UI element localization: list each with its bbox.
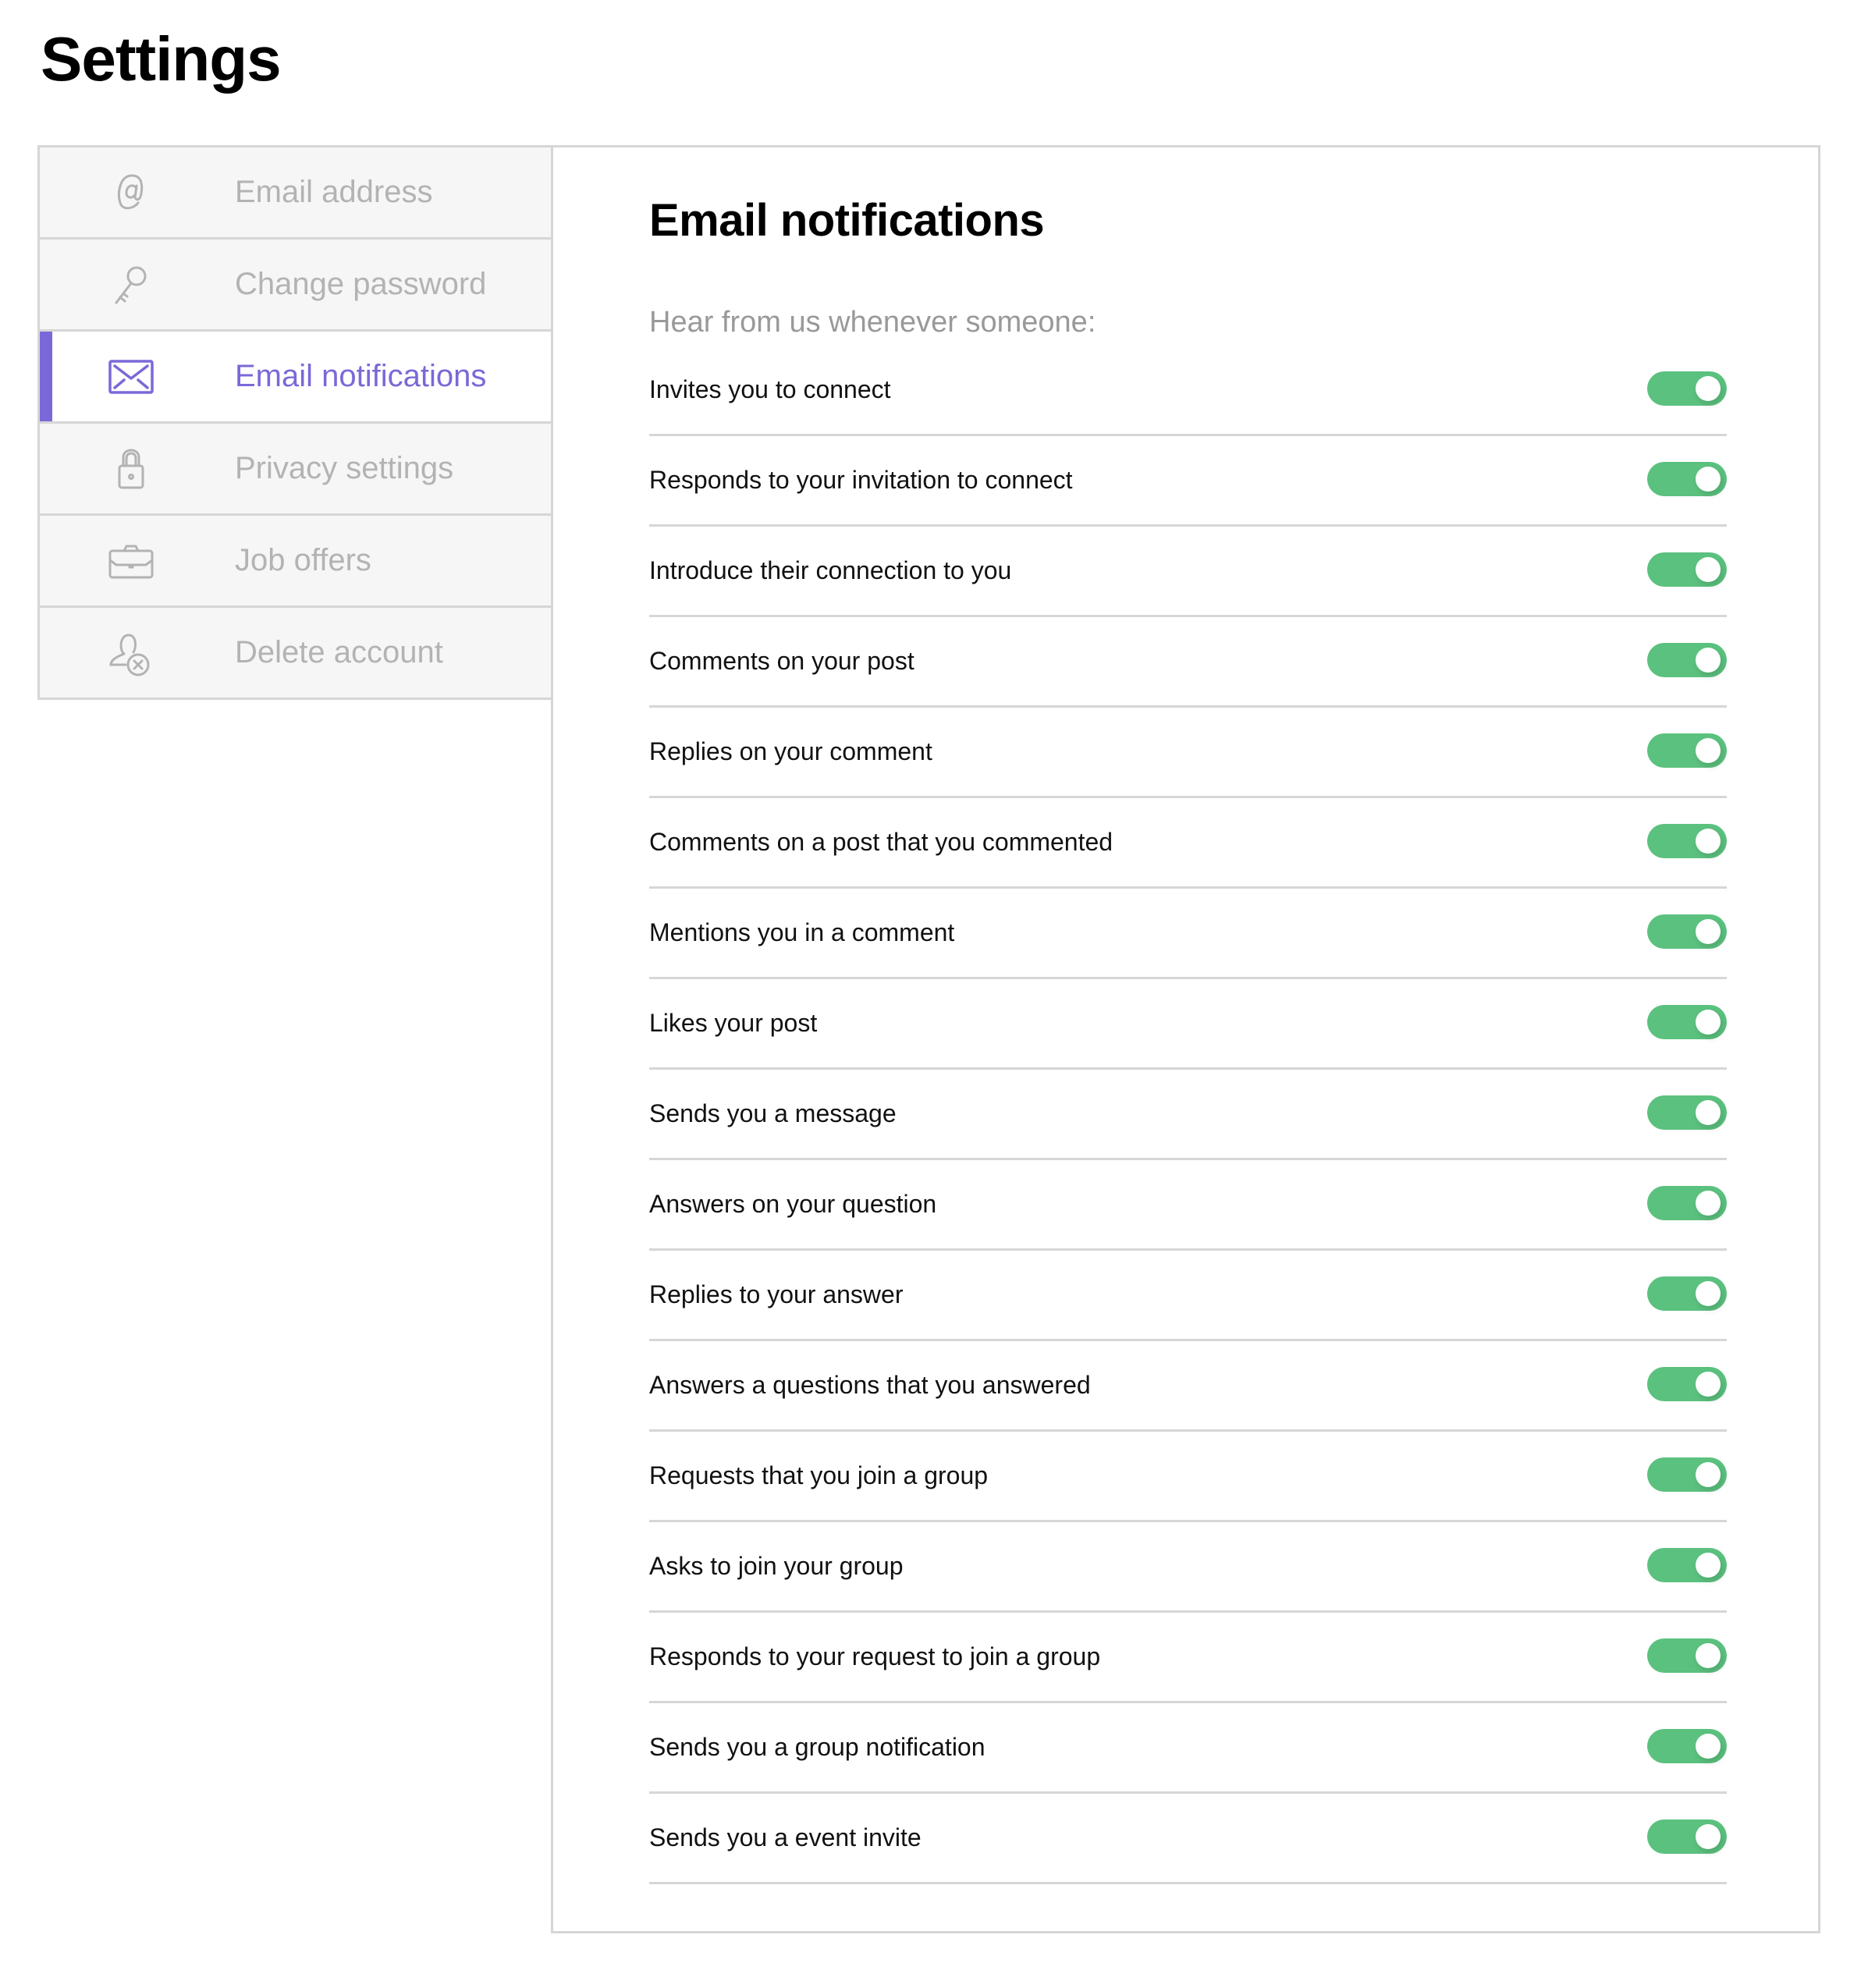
briefcase-icon [107, 537, 155, 585]
notification-row: Comments on your post [649, 617, 1727, 708]
sidebar-item-job-offers[interactable]: Job offers [40, 516, 552, 608]
notification-label: Invites you to connect [649, 375, 891, 403]
notification-toggle[interactable] [1647, 1819, 1727, 1854]
notification-label: Responds to your request to join a group [649, 1642, 1101, 1670]
email-notifications-panel: Email notifications Hear from us wheneve… [551, 145, 1820, 1933]
notification-label: Sends you a group notification [649, 1733, 985, 1761]
notification-row: Responds to your request to join a group [649, 1613, 1727, 1703]
toggle-knob [1696, 1734, 1721, 1759]
notification-row: Sends you a event invite [649, 1794, 1727, 1884]
at-sign-icon [107, 169, 155, 217]
notification-label: Mentions you in a comment [649, 918, 955, 946]
sidebar-item-label: Email notifications [235, 359, 487, 393]
notification-toggle[interactable] [1647, 552, 1727, 587]
toggle-knob [1696, 1462, 1721, 1487]
toggle-knob [1696, 1100, 1721, 1125]
notification-label: Replies on your comment [649, 737, 932, 765]
lock-icon [107, 445, 155, 493]
notification-label: Asks to join your group [649, 1552, 904, 1580]
notification-toggle[interactable] [1647, 1457, 1727, 1492]
sidebar-item-label: Job offers [235, 543, 371, 577]
notification-toggle[interactable] [1647, 643, 1727, 677]
notification-row: Sends you a message [649, 1070, 1727, 1160]
notification-row: Sends you a group notification [649, 1703, 1727, 1794]
notification-row: Requests that you join a group [649, 1432, 1727, 1522]
sidebar-item-label: Delete account [235, 635, 443, 669]
notification-label: Requests that you join a group [649, 1461, 989, 1489]
sidebar-item-email-address[interactable]: Email address [40, 147, 552, 240]
sidebar-item-privacy-settings[interactable]: Privacy settings [40, 424, 552, 516]
sidebar-item-delete-account[interactable]: Delete account [40, 608, 552, 698]
notification-toggle[interactable] [1647, 733, 1727, 768]
sidebar-item-label: Privacy settings [235, 451, 454, 485]
notification-row: Comments on a post that you commented [649, 798, 1727, 889]
notification-toggle[interactable] [1647, 1638, 1727, 1673]
toggle-knob [1696, 738, 1721, 763]
notification-toggle[interactable] [1647, 1367, 1727, 1401]
notification-toggle[interactable] [1647, 1186, 1727, 1220]
notification-label: Sends you a message [649, 1099, 897, 1127]
toggle-knob [1696, 557, 1721, 582]
sidebar-item-label: Change password [235, 267, 487, 301]
toggle-knob [1696, 1824, 1721, 1849]
envelope-icon [107, 353, 155, 401]
notification-toggle[interactable] [1647, 914, 1727, 949]
toggle-knob [1696, 1191, 1721, 1216]
notification-row: Introduce their connection to you [649, 527, 1727, 617]
notification-label: Replies to your answer [649, 1280, 904, 1308]
page-title: Settings [41, 24, 282, 94]
notification-row: Mentions you in a comment [649, 889, 1727, 979]
notification-label: Sends you a event invite [649, 1823, 922, 1851]
toggle-knob [1696, 648, 1721, 673]
sidebar-item-change-password[interactable]: Change password [40, 240, 552, 332]
notification-toggle[interactable] [1647, 1548, 1727, 1582]
notification-row: Answers on your question [649, 1160, 1727, 1251]
toggle-knob [1696, 1281, 1721, 1306]
notification-row: Answers a questions that you answered [649, 1341, 1727, 1432]
notification-toggle[interactable] [1647, 1005, 1727, 1039]
toggle-knob [1696, 376, 1721, 401]
sidebar-item-email-notifications[interactable]: Email notifications [40, 332, 552, 424]
toggle-knob [1696, 1372, 1721, 1397]
panel-heading: Email notifications [649, 195, 1045, 246]
notification-row: Replies to your answer [649, 1251, 1727, 1341]
toggle-knob [1696, 1553, 1721, 1578]
notification-row: Replies on your comment [649, 708, 1727, 798]
key-icon [107, 261, 155, 309]
user-remove-icon [107, 629, 155, 677]
panel-subtitle: Hear from us whenever someone: [649, 306, 1096, 339]
notification-row: Responds to your invitation to connect [649, 436, 1727, 527]
notification-label: Answers on your question [649, 1190, 937, 1218]
notification-label: Answers a questions that you answered [649, 1371, 1091, 1399]
sidebar-item-label: Email address [235, 175, 433, 209]
settings-sidebar: Email address Change password Email noti… [37, 145, 552, 700]
notification-label: Likes your post [649, 1009, 818, 1037]
notification-toggle[interactable] [1647, 462, 1727, 496]
notification-toggle[interactable] [1647, 824, 1727, 858]
notification-row: Asks to join your group [649, 1522, 1727, 1613]
toggle-knob [1696, 919, 1721, 944]
toggle-knob [1696, 1010, 1721, 1035]
notification-label: Comments on a post that you commented [649, 828, 1113, 856]
toggle-knob [1696, 829, 1721, 854]
toggle-knob [1696, 467, 1721, 492]
notification-toggle[interactable] [1647, 371, 1727, 406]
notification-label: Introduce their connection to you [649, 556, 1012, 584]
notification-row: Likes your post [649, 979, 1727, 1070]
notification-row: Invites you to connect [649, 346, 1727, 436]
toggle-knob [1696, 1643, 1721, 1668]
notification-toggle[interactable] [1647, 1729, 1727, 1763]
notification-toggle[interactable] [1647, 1276, 1727, 1311]
notification-label: Comments on your post [649, 647, 914, 675]
notification-toggle[interactable] [1647, 1095, 1727, 1130]
notification-list: Invites you to connect Responds to your … [649, 346, 1727, 1884]
notification-label: Responds to your invitation to connect [649, 466, 1073, 494]
